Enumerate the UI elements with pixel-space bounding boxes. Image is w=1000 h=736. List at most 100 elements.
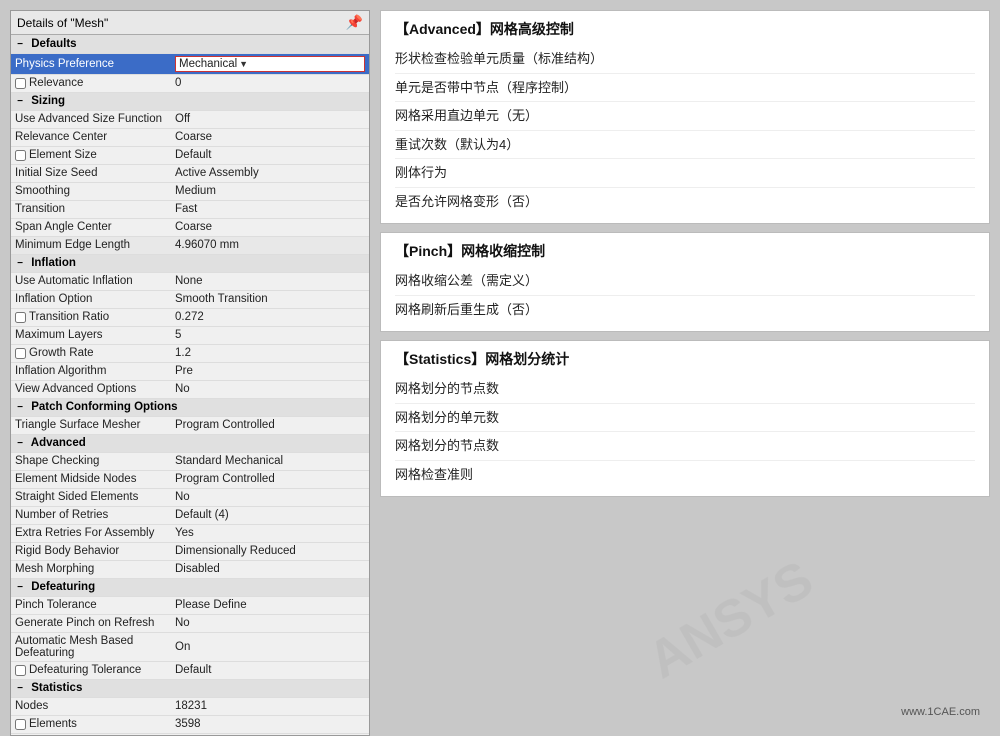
label-auto-mesh-based: Automatic Mesh Based Defeaturing [11,632,171,661]
info-box-item-0-3: 重试次数（默认为4） [395,131,975,160]
row-use-advanced: Use Advanced Size Function Off [11,110,369,128]
label-span-angle: Span Angle Center [11,218,171,236]
value-span-angle: Coarse [171,218,369,236]
label-shape-checking: Shape Checking [11,452,171,470]
value-element-midside: Program Controlled [171,470,369,488]
section-defeaturing-label: Defeaturing [31,581,95,593]
value-nodes: 18231 [171,697,369,715]
label-inflation-algo: Inflation Algorithm [11,362,171,380]
row-mesh-metric: Mesh Metric None [11,733,369,735]
footer-website: www.1CAE.com [901,706,980,718]
value-generate-pinch: No [171,614,369,632]
value-straight-sided: No [171,488,369,506]
row-initial-size: Initial Size Seed Active Assembly [11,164,369,182]
pin-icon[interactable]: 📌 [346,14,363,31]
info-box-item-0-0: 形状检查检验单元质量（标准结构） [395,45,975,74]
dropdown-arrow-icon: ▼ [239,59,248,69]
value-num-retries: Default (4) [171,506,369,524]
value-mesh-metric: None [171,733,369,735]
label-defeaturing-tol: Defeaturing Tolerance [11,661,171,679]
row-smoothing: Smoothing Medium [11,182,369,200]
row-auto-mesh-based: Automatic Mesh Based Defeaturing On [11,632,369,661]
section-defeaturing: − Defeaturing [11,578,369,596]
relevance-checkbox[interactable] [15,78,26,89]
value-inflation-algo: Pre [171,362,369,380]
row-triangle-mesher: Triangle Surface Mesher Program Controll… [11,416,369,434]
elements-checkbox[interactable] [15,719,26,730]
label-transition: Transition [11,200,171,218]
physics-value: Mechanical [179,58,237,70]
label-auto-inflation: Use Automatic Inflation [11,272,171,290]
info-box-item-2-3: 网格检查准则 [395,461,975,489]
info-box-title-0: 【Advanced】网格高级控制 [395,19,975,39]
section-patch-label: Patch Conforming Options [31,401,177,413]
label-physics-preference: Physics Preference [11,53,171,74]
row-physics-preference[interactable]: Physics Preference Mechanical ▼ [11,53,369,74]
value-extra-retries: Yes [171,524,369,542]
value-inflation-option: Smooth Transition [171,290,369,308]
row-transition: Transition Fast [11,200,369,218]
label-mesh-metric: Mesh Metric [11,733,171,735]
row-inflation-algo: Inflation Algorithm Pre [11,362,369,380]
collapse-patch-icon[interactable]: − [15,402,25,413]
section-defaults-label: Defaults [31,38,76,50]
section-defaults: − Defaults [11,35,369,53]
section-statistics: − Statistics [11,679,369,697]
watermark: ANSYS [638,549,823,691]
row-min-edge: Minimum Edge Length 4.96070 mm [11,236,369,254]
info-box-item-2-1: 网格划分的单元数 [395,404,975,433]
label-extra-retries: Extra Retries For Assembly [11,524,171,542]
row-growth-rate: Growth Rate 1.2 [11,344,369,362]
info-box-1: 【Pinch】网格收缩控制网格收缩公差（需定义）网格刷新后重生成（否） [380,232,990,332]
row-defeaturing-tol: Defeaturing Tolerance Default [11,661,369,679]
transition-ratio-checkbox[interactable] [15,312,26,323]
value-initial-size: Active Assembly [171,164,369,182]
value-pinch-tolerance: Please Define [171,596,369,614]
row-max-layers: Maximum Layers 5 [11,326,369,344]
info-box-item-1-0: 网格收缩公差（需定义） [395,267,975,296]
defeaturing-tol-checkbox[interactable] [15,665,26,676]
value-max-layers: 5 [171,326,369,344]
info-box-item-0-1: 单元是否带中节点（程序控制） [395,74,975,103]
row-extra-retries: Extra Retries For Assembly Yes [11,524,369,542]
label-mesh-morphing: Mesh Morphing [11,560,171,578]
value-elements: 3598 [171,715,369,733]
value-shape-checking: Standard Mechanical [171,452,369,470]
label-transition-ratio: Transition Ratio [11,308,171,326]
value-transition: Fast [171,200,369,218]
info-box-0: 【Advanced】网格高级控制形状检查检验单元质量（标准结构）单元是否带中节点… [380,10,990,224]
collapse-sizing-icon[interactable]: − [15,96,25,107]
element-size-checkbox[interactable] [15,150,26,161]
collapse-advanced-icon[interactable]: − [15,438,25,449]
label-growth-rate: Growth Rate [11,344,171,362]
value-view-advanced: No [171,380,369,398]
value-growth-rate: 1.2 [171,344,369,362]
collapse-statistics-icon[interactable]: − [15,683,25,694]
collapse-icon[interactable]: − [15,39,25,50]
label-elements: Elements [11,715,171,733]
label-triangle-mesher: Triangle Surface Mesher [11,416,171,434]
collapse-inflation-icon[interactable]: − [15,258,25,269]
value-use-advanced: Off [171,110,369,128]
value-physics-preference[interactable]: Mechanical ▼ [171,53,369,74]
label-element-size: Element Size [11,146,171,164]
label-max-layers: Maximum Layers [11,326,171,344]
info-box-2: 【Statistics】网格划分统计网格划分的节点数网格划分的单元数网格划分的节… [380,340,990,497]
label-element-midside: Element Midside Nodes [11,470,171,488]
info-box-title-2: 【Statistics】网格划分统计 [395,349,975,369]
label-generate-pinch: Generate Pinch on Refresh [11,614,171,632]
value-relevance-center: Coarse [171,128,369,146]
value-relevance: 0 [171,74,369,92]
label-inflation-option: Inflation Option [11,290,171,308]
physics-dropdown[interactable]: Mechanical ▼ [175,56,365,72]
row-relevance-center: Relevance Center Coarse [11,128,369,146]
collapse-defeaturing-icon[interactable]: − [15,582,25,593]
info-box-item-2-2: 网格划分的节点数 [395,432,975,461]
row-mesh-morphing: Mesh Morphing Disabled [11,560,369,578]
section-inflation: − Inflation [11,254,369,272]
info-box-item-0-4: 刚体行为 [395,159,975,188]
right-panel: 【Advanced】网格高级控制形状检查检验单元质量（标准结构）单元是否带中节点… [380,10,990,497]
label-initial-size: Initial Size Seed [11,164,171,182]
growth-rate-checkbox[interactable] [15,348,26,359]
section-sizing-label: Sizing [31,95,65,107]
